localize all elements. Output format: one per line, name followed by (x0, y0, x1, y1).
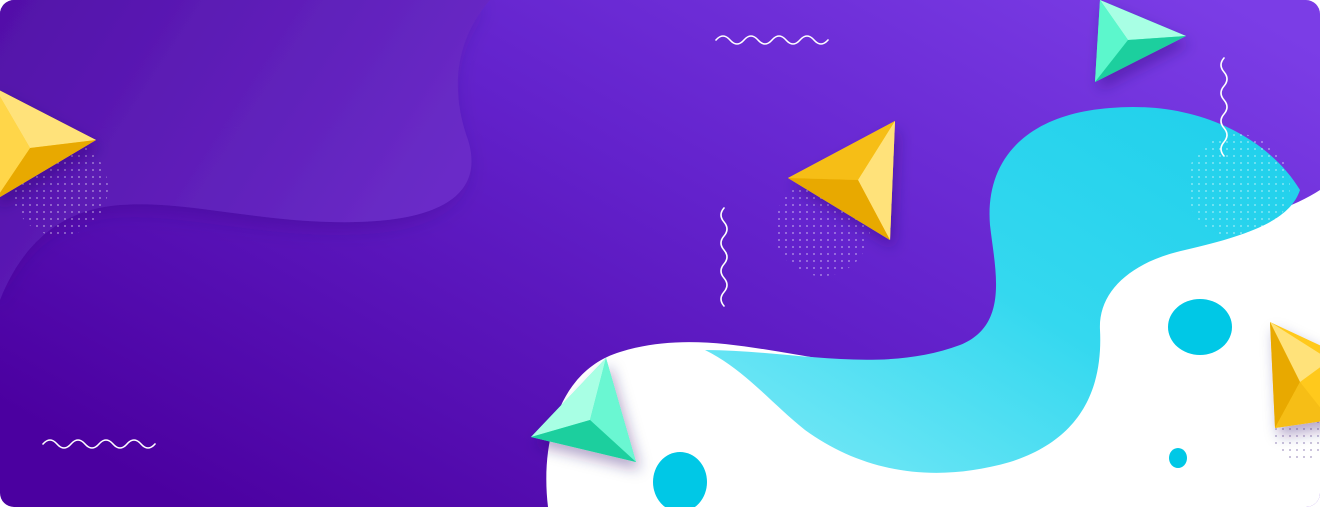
dot-pattern-icon (1186, 134, 1290, 238)
banner-artwork (0, 0, 1320, 507)
abstract-hero-banner (0, 0, 1320, 507)
cyan-blob-icon (1169, 448, 1187, 468)
cyan-blob-icon (1168, 299, 1232, 355)
